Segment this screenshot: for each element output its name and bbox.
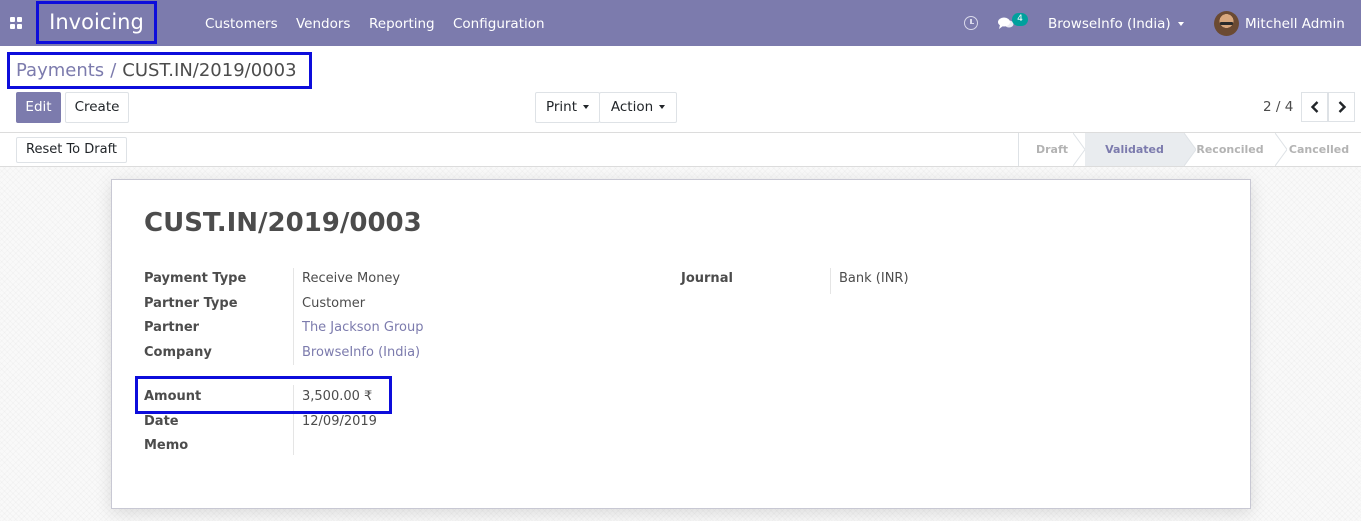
amount-highlight xyxy=(135,376,392,414)
app-name-highlight: Invoicing xyxy=(36,1,157,44)
print-label: Print xyxy=(545,99,578,115)
menu-item-vendors[interactable]: Vendors xyxy=(296,0,350,46)
record-title: CUST.IN/2019/0003 xyxy=(144,208,422,238)
apps-menu-icon[interactable] xyxy=(10,17,22,29)
breadcrumb-separator: / xyxy=(110,60,117,81)
pager-next-button[interactable] xyxy=(1328,92,1355,122)
stage-cancelled[interactable]: Cancelled xyxy=(1276,133,1361,166)
partner-type-label: Partner Type xyxy=(144,296,238,311)
stage-separator-arrow xyxy=(1275,133,1287,166)
memo-label: Memo xyxy=(144,438,189,453)
field-separator xyxy=(830,268,831,294)
print-dropdown-button[interactable]: Print xyxy=(535,92,600,123)
action-label: Action xyxy=(610,99,654,115)
company-label: Company xyxy=(144,345,212,360)
field-separator xyxy=(293,268,294,365)
chevron-right-icon xyxy=(1338,101,1347,113)
date-label: Date xyxy=(144,414,179,429)
partner-type-value: Customer xyxy=(302,296,366,311)
journal-value: Bank (INR) xyxy=(839,271,909,286)
breadcrumb-highlight: Payments / CUST.IN/2019/0003 xyxy=(7,52,312,89)
top-navbar: Invoicing Customers Vendors Reporting Co… xyxy=(0,0,1361,46)
partner-link[interactable]: The Jackson Group xyxy=(302,320,423,335)
menu-item-customers[interactable]: Customers xyxy=(205,0,278,46)
breadcrumb-current: CUST.IN/2019/0003 xyxy=(122,60,297,81)
user-avatar[interactable] xyxy=(1214,11,1239,36)
caret-down-icon xyxy=(659,105,666,109)
action-dropdown-button[interactable]: Action xyxy=(599,92,677,123)
status-stages: Draft Validated Reconciled Cancelled xyxy=(1018,133,1361,166)
reset-to-draft-button[interactable]: Reset To Draft xyxy=(16,137,128,163)
company-name: BrowseInfo (India) xyxy=(1048,16,1171,32)
edit-button[interactable]: Edit xyxy=(16,92,61,123)
partner-label: Partner xyxy=(144,320,200,335)
breadcrumb-payments-link[interactable]: Payments xyxy=(16,60,104,81)
journal-label: Journal xyxy=(681,271,733,286)
payment-type-label: Payment Type xyxy=(144,271,247,286)
caret-down-icon xyxy=(1177,22,1184,26)
company-link[interactable]: BrowseInfo (India) xyxy=(302,345,420,360)
company-switcher[interactable]: BrowseInfo (India) xyxy=(1048,0,1184,46)
stage-validated[interactable]: Validated xyxy=(1085,133,1184,166)
menu-item-reporting[interactable]: Reporting xyxy=(369,0,435,46)
stage-reconciled[interactable]: Reconciled xyxy=(1184,133,1276,166)
activity-clock-icon[interactable] xyxy=(964,16,978,30)
menu-item-configuration[interactable]: Configuration xyxy=(453,0,545,46)
user-name[interactable]: Mitchell Admin xyxy=(1245,0,1345,46)
app-name[interactable]: Invoicing xyxy=(39,4,154,41)
caret-down-icon xyxy=(583,105,590,109)
stage-separator-arrow xyxy=(1073,133,1085,166)
pager-value[interactable]: 2 / 4 xyxy=(1263,99,1293,115)
breadcrumb: Payments / CUST.IN/2019/0003 xyxy=(16,60,297,81)
payment-type-value: Receive Money xyxy=(302,271,401,286)
create-button[interactable]: Create xyxy=(65,92,129,123)
chevron-left-icon xyxy=(1310,101,1319,113)
messages-count-badge: 4 xyxy=(1012,13,1028,26)
date-value: 12/09/2019 xyxy=(302,414,377,429)
stage-separator-arrow xyxy=(1184,133,1196,166)
pager-previous-button[interactable] xyxy=(1301,92,1328,122)
